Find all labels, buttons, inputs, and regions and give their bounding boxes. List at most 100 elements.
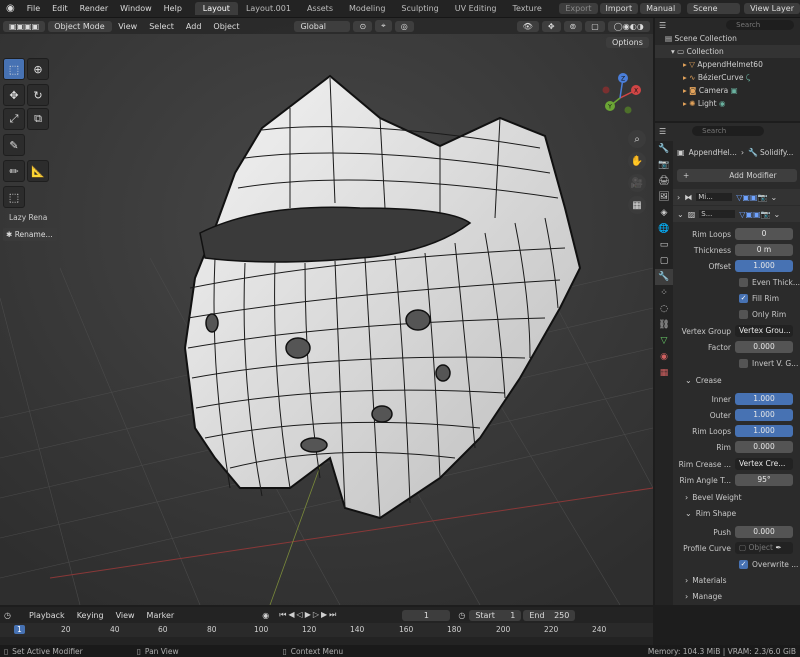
modifier-panel-mirror[interactable]: › ⧓ Mi... ▽▣▣📷 ⌄ bbox=[673, 189, 800, 205]
menu-keying[interactable]: Keying bbox=[71, 611, 110, 620]
export-button[interactable]: Export bbox=[559, 3, 598, 14]
pan-hand-icon[interactable]: ✋ bbox=[628, 152, 646, 170]
only-rim-checkbox[interactable] bbox=[739, 309, 748, 319]
blender-logo-icon[interactable]: ◉ bbox=[0, 3, 21, 14]
inner-field[interactable]: 1.000 bbox=[735, 393, 793, 405]
materials-section[interactable]: › Materials bbox=[673, 572, 800, 588]
outliner-item-light[interactable]: ▸ ✺ Light ◉ bbox=[655, 97, 800, 110]
object-mode-dropdown[interactable]: Object Mode bbox=[48, 20, 113, 32]
shading-modes-icon[interactable]: ◯◉◐◑ bbox=[607, 20, 650, 32]
properties-search[interactable]: Search bbox=[692, 126, 765, 136]
annotate-tool-icon[interactable]: ✎ bbox=[3, 134, 25, 156]
select-box-mode-icons[interactable]: ▣▣▣▣ bbox=[3, 20, 46, 32]
scale-tool-icon[interactable]: ⤢ bbox=[3, 108, 25, 130]
overlay-icon[interactable]: ⊚ bbox=[563, 20, 583, 32]
menu-file[interactable]: File bbox=[21, 4, 46, 13]
gizmo-icon[interactable]: ✥ bbox=[541, 20, 561, 32]
timeline-editor-icon[interactable]: ◷ bbox=[0, 611, 11, 620]
modifier-panel-solidify[interactable]: ⌄ ▨ S... ▽▣▣📷 ⌄ bbox=[673, 206, 800, 222]
physics-tab-icon[interactable]: ◌ bbox=[655, 301, 673, 317]
pivot-icon[interactable]: ⊙ bbox=[353, 20, 373, 32]
fill-rim-checkbox[interactable]: ✓ bbox=[739, 293, 748, 303]
menu-edit[interactable]: Edit bbox=[46, 4, 74, 13]
playback-controls-icons[interactable]: ⏮◀◁▶▷▶⏭ bbox=[279, 610, 338, 620]
3d-viewport[interactable]: ▣▣▣▣ Object Mode View Select Add Object … bbox=[0, 18, 653, 605]
even-thickness-checkbox[interactable] bbox=[739, 277, 748, 287]
thickness-field[interactable]: 0 m bbox=[735, 244, 793, 256]
expand-chevron-icon[interactable]: › bbox=[673, 193, 680, 202]
object-tab-icon[interactable]: ▢ bbox=[655, 253, 673, 269]
proportional-icon[interactable]: ◎ bbox=[394, 20, 414, 32]
menu-select[interactable]: Select bbox=[143, 22, 180, 31]
particles-tab-icon[interactable]: ⁘ bbox=[655, 285, 673, 301]
mirror-modifier-name[interactable]: Mi... bbox=[696, 193, 733, 201]
menu-marker[interactable]: Marker bbox=[141, 611, 181, 620]
scene-tab-icon[interactable]: ◈ bbox=[655, 205, 673, 221]
menu-add[interactable]: Add bbox=[180, 22, 208, 31]
select-box-tool-icon[interactable]: ⬚ bbox=[3, 58, 25, 80]
profile-curve-field[interactable]: ▢ Object ✒ bbox=[735, 542, 793, 554]
current-frame-field[interactable]: 1 bbox=[402, 609, 451, 621]
last-operator-title[interactable]: Lazy Rena bbox=[3, 211, 57, 225]
add-modifier-button[interactable]: + Add Modifier bbox=[677, 168, 797, 182]
texture-tab-icon[interactable]: ▦ bbox=[655, 365, 673, 381]
crease-section[interactable]: ⌄ Crease bbox=[673, 372, 800, 388]
playhead[interactable]: 1 bbox=[14, 625, 25, 634]
data-tab-icon[interactable]: ▽ bbox=[655, 333, 673, 349]
crease-rim-loops-field[interactable]: 1.000 bbox=[735, 425, 793, 437]
manual-button[interactable]: Manual bbox=[640, 3, 682, 14]
outliner-scene-collection[interactable]: ▤ Scene Collection bbox=[655, 32, 800, 45]
outliner-item-helmet[interactable]: ▸ ▽ AppendHelmet60 bbox=[655, 58, 800, 71]
outliner-item-camera[interactable]: ▸ ◙ Camera ▣ bbox=[655, 84, 800, 97]
clock-icon[interactable]: ◷ bbox=[458, 611, 465, 620]
cursor-tool-icon[interactable]: ⊕ bbox=[27, 58, 49, 80]
scene-selector[interactable]: Scene bbox=[687, 3, 741, 14]
constraints-tab-icon[interactable]: ⛓ bbox=[655, 317, 673, 333]
options-dropdown[interactable]: Options bbox=[606, 37, 649, 48]
menu-help[interactable]: Help bbox=[158, 4, 188, 13]
tab-modeling[interactable]: Modeling bbox=[341, 2, 393, 15]
push-field[interactable]: 0.000 bbox=[735, 526, 793, 538]
transform-tool-icon[interactable]: ⧉ bbox=[27, 108, 49, 130]
tab-layout-001[interactable]: Layout.001 bbox=[238, 2, 299, 15]
rim-loops-field[interactable]: 0 bbox=[735, 228, 793, 240]
perspective-grid-icon[interactable]: ▦ bbox=[628, 196, 646, 214]
breadcrumb-modifier[interactable]: Solidify... bbox=[760, 148, 793, 157]
menu-window[interactable]: Window bbox=[114, 4, 158, 13]
collapse-chevron-icon[interactable]: ⌄ bbox=[673, 210, 684, 219]
modifier-tab-icon[interactable]: 🔧 bbox=[655, 269, 673, 285]
record-icon[interactable]: ◉ bbox=[262, 611, 269, 620]
eyedropper-icon[interactable]: ✒ bbox=[775, 543, 781, 552]
snap-icon[interactable]: ⌖ bbox=[375, 20, 392, 32]
move-tool-icon[interactable]: ✥ bbox=[3, 84, 25, 106]
menu-render[interactable]: Render bbox=[74, 4, 114, 13]
menu-view[interactable]: View bbox=[112, 22, 143, 31]
zoom-icon[interactable]: ⌕ bbox=[628, 130, 646, 148]
solidify-visibility-icons[interactable]: ▽▣▣📷 bbox=[739, 210, 770, 219]
properties-editor-icon[interactable]: ☰ bbox=[659, 127, 666, 136]
outliner-item-bezier[interactable]: ▸ ∿ BézierCurve ⤹ bbox=[655, 71, 800, 84]
output-tab-icon[interactable]: 🖨 bbox=[655, 173, 673, 189]
collection-tab-icon[interactable]: ▭ bbox=[655, 237, 673, 253]
outer-field[interactable]: 1.000 bbox=[735, 409, 793, 421]
world-tab-icon[interactable]: 🌐 bbox=[655, 221, 673, 237]
outliner-editor-icon[interactable]: ☰ bbox=[659, 21, 666, 30]
tab-layout[interactable]: Layout bbox=[194, 2, 238, 15]
start-frame-field[interactable]: Start 1 bbox=[469, 609, 522, 621]
offset-field[interactable]: 1.000 bbox=[735, 260, 793, 272]
overwrite-checkbox[interactable]: ✓ bbox=[739, 559, 748, 569]
outliner-collection[interactable]: ▾ ▭ Collection bbox=[655, 45, 800, 58]
timeline-ruler[interactable]: 1 20 40 60 80 100 120 140 160 180 200 22… bbox=[0, 623, 653, 637]
measure-tool-icon[interactable]: 📐 bbox=[27, 160, 49, 182]
rim-crease-field[interactable]: Vertex Cre... bbox=[735, 458, 793, 470]
rotate-tool-icon[interactable]: ↻ bbox=[27, 84, 49, 106]
end-frame-field[interactable]: End 250 bbox=[523, 609, 576, 621]
render-tab-icon[interactable]: 📷 bbox=[655, 157, 673, 173]
solidify-dropdown-icon[interactable]: ⌄ bbox=[774, 210, 781, 219]
vertex-group-field[interactable]: Vertex Grou... bbox=[735, 325, 793, 337]
rim-shape-section[interactable]: ⌄ Rim Shape bbox=[673, 505, 800, 521]
rim-field[interactable]: 0.000 bbox=[735, 441, 793, 453]
tab-sculpting[interactable]: Sculpting bbox=[393, 2, 446, 15]
menu-playback[interactable]: Playback bbox=[23, 611, 71, 620]
import-button[interactable]: Import bbox=[599, 3, 639, 14]
